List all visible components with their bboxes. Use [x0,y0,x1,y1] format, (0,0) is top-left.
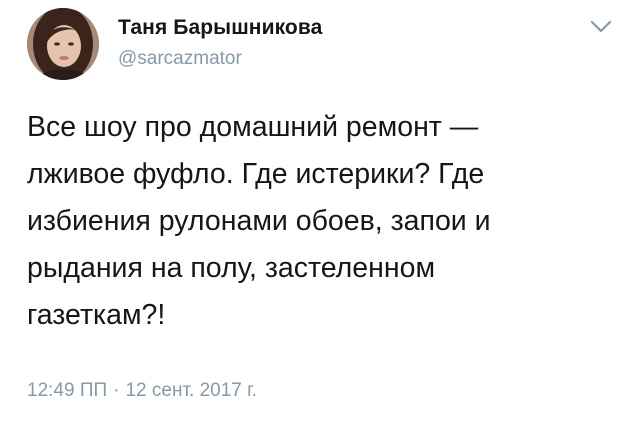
chevron-down-icon[interactable] [590,20,612,34]
tweet-text-line: лживое фуфло. Где истерики? Где [27,158,485,190]
tweet-text-line: Все шоу про домашний ремонт — [27,111,479,143]
avatar-photo [27,8,99,80]
avatar[interactable] [27,8,99,80]
author-name[interactable]: Таня Барышникова [118,16,322,40]
tweet-text-line: газеткам?! [27,299,166,331]
meta-separator: · [113,380,120,401]
tweet-text-line: избиения рулонами обоев, запои и [27,205,491,237]
tweet-time: 12:49 ПП [27,380,108,401]
tweet-card: Таня Барышникова @sarcazmator Все шоу пр… [0,0,640,428]
tweet-text-line: рыдания на полу, застеленном [27,252,436,284]
tweet-date: 12 сент. 2017 г. [125,380,258,401]
tweet-text: Все шоу про домашний ремонт — лживое фуф… [27,104,607,339]
author-handle[interactable]: @sarcazmator [118,48,242,70]
tweet-timestamp[interactable]: 12:49 ПП · 12 сент. 2017 г. [27,380,257,402]
